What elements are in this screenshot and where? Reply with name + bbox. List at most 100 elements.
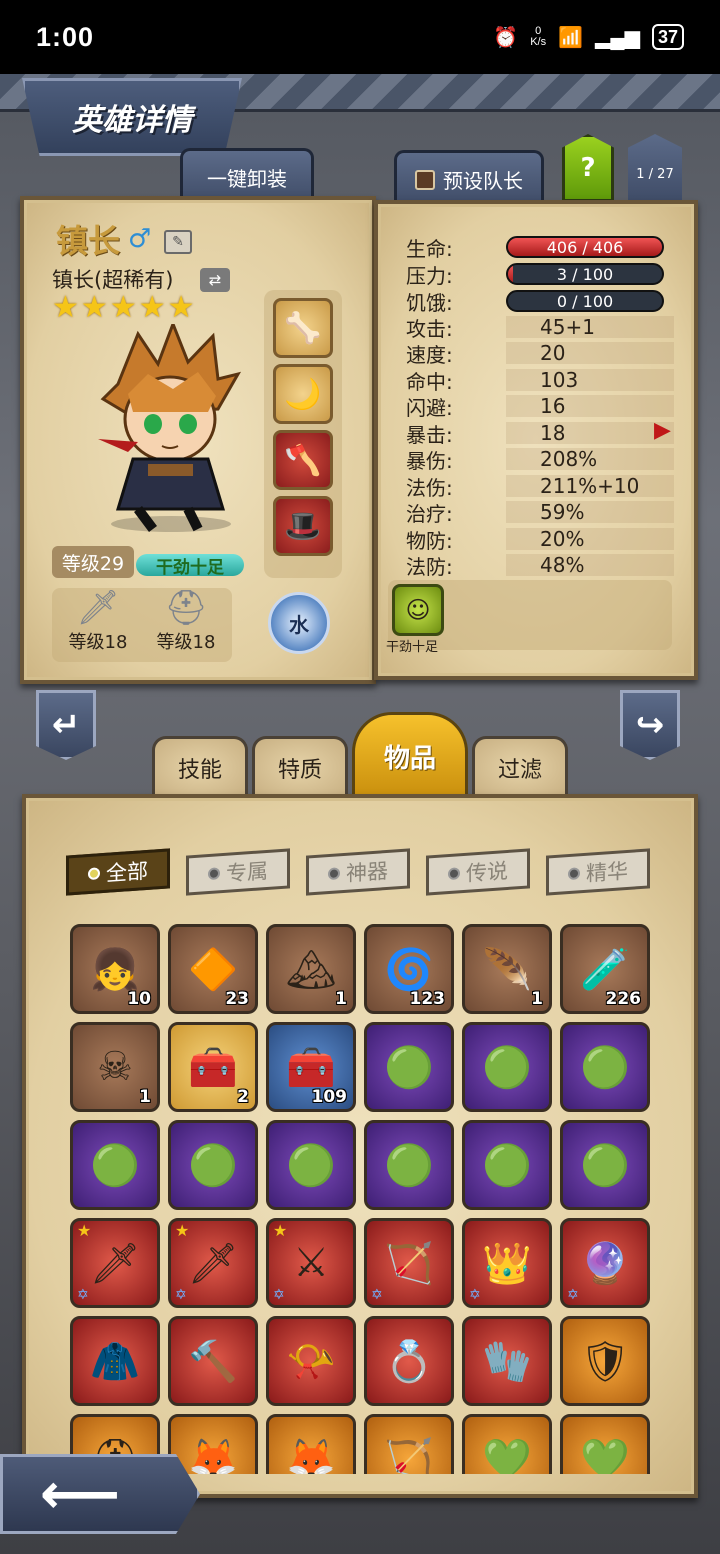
- hexagram-icon: ✡: [77, 1287, 89, 1303]
- armor-level: 等级18: [156, 632, 216, 653]
- hexagram-icon: ✡: [469, 1287, 481, 1303]
- next-hero-button[interactable]: ↪: [620, 690, 680, 760]
- equip-slot-1[interactable]: 🦴: [273, 298, 333, 358]
- male-gender-icon: ♂: [128, 224, 152, 254]
- preset-leader-label: 预设队长: [443, 169, 523, 193]
- inventory-item[interactable]: 🔨: [168, 1316, 258, 1406]
- double-axe-icon: 🪓: [284, 442, 322, 478]
- stress-bar-fill: [508, 265, 513, 283]
- status-bar: 1:00 ⏰ 0 K/s 📶 ▂▄▆ 37: [0, 0, 720, 74]
- hero-portrait[interactable]: [78, 324, 264, 534]
- inventory-item[interactable]: 🟢: [364, 1022, 454, 1112]
- inventory-item[interactable]: 🌀 123: [364, 924, 454, 1014]
- inventory-item[interactable]: 🗡 ★ ✡: [70, 1218, 160, 1308]
- green-ring-icon: 💚: [482, 1436, 532, 1475]
- inventory-item[interactable]: 🧤: [462, 1316, 552, 1406]
- page-title-plate: 英雄详情: [22, 78, 242, 156]
- golden-feather-icon: 🪶: [482, 946, 532, 993]
- hexagram-icon: ✡: [371, 1287, 383, 1303]
- inventory-item[interactable]: 📯: [266, 1316, 356, 1406]
- edit-name-icon[interactable]: ✎: [164, 230, 192, 254]
- tab-skills[interactable]: 技能: [152, 736, 248, 796]
- help-button[interactable]: ?: [562, 134, 614, 202]
- filter-artifact[interactable]: 神器: [306, 848, 410, 896]
- equip-slot-2[interactable]: 🌙: [273, 364, 333, 424]
- preset-leader-toggle[interactable]: 预设队长: [394, 150, 544, 206]
- inventory-item[interactable]: 🗡 ★ ✡: [168, 1218, 258, 1308]
- green-ring-icon: 💚: [580, 1436, 630, 1475]
- hp-bar: 406 / 406: [506, 236, 664, 258]
- inventory-item[interactable]: 🟢: [560, 1022, 650, 1112]
- inventory-item[interactable]: ☠ 1: [70, 1022, 160, 1112]
- inventory-item[interactable]: 👑 ✡: [462, 1218, 552, 1308]
- inventory-item[interactable]: ⚔ ★ ✡: [266, 1218, 356, 1308]
- inventory-item[interactable]: 🏹 ✡: [364, 1218, 454, 1308]
- inventory-item[interactable]: 🧰 109: [266, 1022, 356, 1112]
- magic-orb-icon: 🔮: [580, 1240, 630, 1287]
- inventory-item[interactable]: 🦊: [266, 1414, 356, 1474]
- inventory-item[interactable]: 🟢: [266, 1120, 356, 1210]
- net-speed: 0 K/s: [530, 26, 546, 48]
- green-orb-icon: 🟢: [482, 1044, 532, 1091]
- equip-slot-3[interactable]: 🪓: [273, 430, 333, 490]
- stat-expand-arrow-icon[interactable]: ▶: [654, 418, 671, 443]
- stat-value: 59%: [540, 500, 585, 524]
- back-button[interactable]: ⟵: [0, 1454, 200, 1534]
- hero-level-badge: 等级29: [52, 546, 134, 578]
- filter-all[interactable]: 全部: [66, 848, 170, 896]
- wifi-icon: 📶: [558, 26, 584, 49]
- preset-leader-checkbox[interactable]: [415, 169, 435, 190]
- hunger-bar: 0 / 100: [506, 290, 664, 312]
- inventory-item[interactable]: 🟢: [364, 1120, 454, 1210]
- pirate-doll-icon: ☠: [97, 1044, 133, 1090]
- filter-exclusive[interactable]: 专属: [186, 848, 290, 896]
- inventory-item[interactable]: 🔶 23: [168, 924, 258, 1014]
- green-orb-icon: 🟢: [580, 1044, 630, 1091]
- inventory-item[interactable]: 👧 10: [70, 924, 160, 1014]
- star-icon: ★: [138, 290, 166, 325]
- filter-essence[interactable]: 精华: [546, 848, 650, 896]
- inventory-item[interactable]: 🟢: [70, 1120, 160, 1210]
- mood-buff-icon[interactable]: ☺: [392, 584, 444, 636]
- filter-legendary[interactable]: 传说: [426, 848, 530, 896]
- inventory-item[interactable]: 🧰 2: [168, 1022, 258, 1112]
- weapon-gear[interactable]: 🗡 等级18: [58, 588, 138, 654]
- inventory-item[interactable]: 🧪 226: [560, 924, 650, 1014]
- inventory-item[interactable]: 🏹: [364, 1414, 454, 1474]
- armor-gear[interactable]: ⛑ 等级18: [146, 588, 226, 654]
- tab-label: 技能: [177, 757, 222, 783]
- inventory-item[interactable]: 🏔 1: [266, 924, 356, 1014]
- gold-sword-icon: ⚔: [293, 1240, 329, 1286]
- filter-label: 神器: [346, 858, 388, 886]
- star-icon: ★: [273, 1221, 288, 1240]
- tab-items[interactable]: 物品: [352, 712, 468, 798]
- inventory-item[interactable]: 🔮 ✡: [560, 1218, 650, 1308]
- green-orb-icon: 🟢: [580, 1142, 630, 1189]
- equip-slot-4[interactable]: 🎩: [273, 496, 333, 556]
- stat-label: 暴伤:: [406, 448, 453, 473]
- swap-class-icon[interactable]: ⇄: [200, 268, 230, 292]
- inventory-item[interactable]: 🧥: [70, 1316, 160, 1406]
- inventory-item[interactable]: 🟢: [462, 1120, 552, 1210]
- stat-label: 攻击:: [406, 316, 453, 341]
- inventory-item[interactable]: 💚: [560, 1414, 650, 1474]
- element-label: 水: [289, 612, 309, 637]
- inventory-item[interactable]: 🟢: [168, 1120, 258, 1210]
- inventory-item[interactable]: 🟢: [462, 1022, 552, 1112]
- gear-box: 🗡 等级18 ⛑ 等级18: [52, 588, 232, 662]
- tab-traits[interactable]: 特质: [252, 736, 348, 796]
- filter-dot-icon: [208, 867, 220, 881]
- stat-label: 法防:: [406, 554, 453, 579]
- tab-filter[interactable]: 过滤: [472, 736, 568, 796]
- prev-hero-button[interactable]: ↵: [36, 690, 96, 760]
- gold-chest-icon: 🧰: [188, 1044, 238, 1091]
- inventory-item[interactable]: 🛡: [560, 1316, 650, 1406]
- stat-value: 208%: [540, 447, 598, 471]
- inventory-item[interactable]: 💚: [462, 1414, 552, 1474]
- inventory-grid: 👧 10 🔶 23 🏔 1 🌀 123 🪶 1 🧪 226 ☠ 1 🧰 2 🧰 109 🟢 🟢 🟢 🟢 🟢 🟢 🟢 🟢 🟢 🗡 ★ ✡ 🗡 ★…: [70, 924, 654, 1474]
- inventory-item[interactable]: 🪶 1: [462, 924, 552, 1014]
- inventory-item[interactable]: 💍: [364, 1316, 454, 1406]
- stats-panel: 生命: 406 / 406 压力: 3 / 100 饥饿: 0 / 100 攻击…: [374, 200, 698, 680]
- inventory-item[interactable]: 🟢: [560, 1120, 650, 1210]
- water-element-icon[interactable]: 水: [268, 592, 330, 654]
